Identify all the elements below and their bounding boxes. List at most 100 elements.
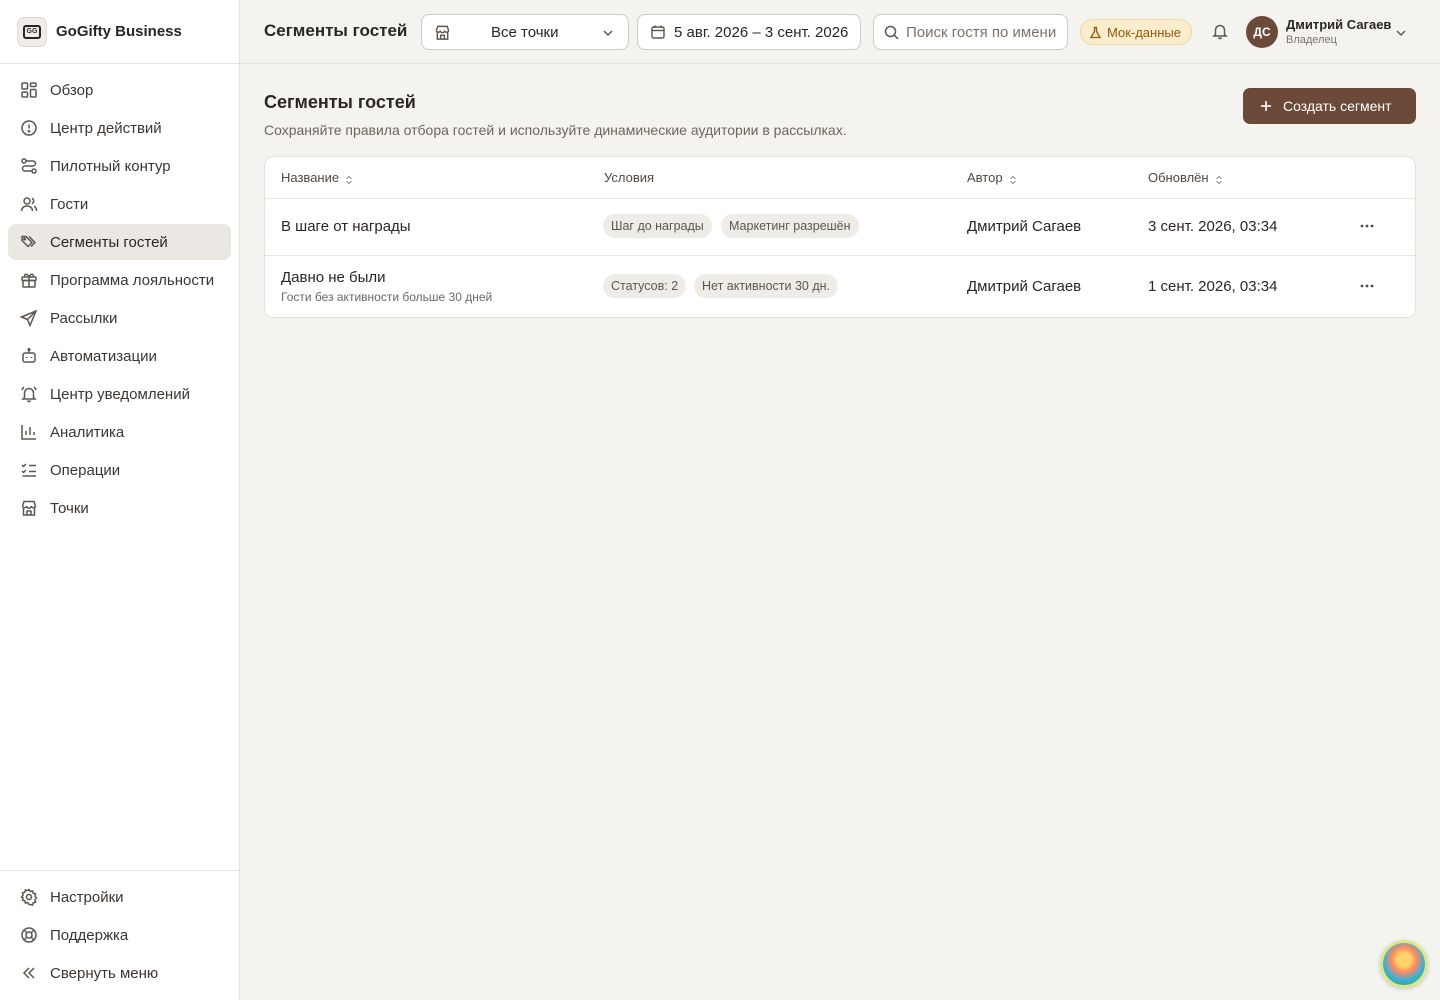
gift-icon bbox=[20, 271, 38, 289]
mock-data-label: Мок-данные bbox=[1107, 24, 1181, 40]
avatar[interactable]: ДС bbox=[1246, 16, 1278, 48]
assistant-avatar-button[interactable] bbox=[1380, 940, 1428, 988]
condition-chip: Нет активности 30 дн. bbox=[694, 274, 839, 298]
bar-chart-icon bbox=[20, 423, 38, 441]
sidebar-item-segments[interactable]: Сегменты гостей bbox=[8, 224, 231, 260]
sort-icon bbox=[1008, 173, 1018, 184]
gear-icon bbox=[20, 888, 38, 906]
sidebar-item-loyalty[interactable]: Программа лояльности bbox=[8, 262, 231, 298]
send-icon bbox=[20, 309, 38, 327]
sidebar-item-label: Операции bbox=[50, 461, 121, 479]
sidebar-nav: Обзор Центр действий Пилотный контур Гос… bbox=[0, 64, 239, 526]
page-subtitle: Сохраняйте правила отбора гостей и испол… bbox=[264, 122, 847, 138]
condition-chip: Маркетинг разрешён bbox=[721, 214, 859, 238]
column-header-label: Название bbox=[281, 170, 340, 185]
search-icon bbox=[884, 25, 899, 40]
sidebar-item-label: Обзор bbox=[50, 81, 94, 99]
location-select-value: Все точки bbox=[491, 24, 559, 41]
bell-icon[interactable] bbox=[1211, 22, 1229, 40]
guest-search[interactable] bbox=[873, 14, 1068, 50]
segment-name[interactable]: В шаге от награды bbox=[281, 218, 411, 235]
sort-icon bbox=[1214, 173, 1224, 184]
chevron-down-icon[interactable] bbox=[1395, 26, 1407, 38]
page-title: Сегменты гостей bbox=[264, 92, 416, 112]
lifebuoy-icon bbox=[20, 926, 38, 944]
alert-circle-icon bbox=[20, 119, 38, 137]
plus-icon bbox=[1259, 99, 1273, 113]
sidebar-item-label: Центр уведомлений bbox=[50, 385, 190, 403]
sidebar-item-label: Рассылки bbox=[50, 309, 118, 327]
sidebar-item-label: Настройки bbox=[50, 888, 124, 906]
sidebar-item-action-center[interactable]: Центр действий bbox=[8, 110, 231, 146]
sidebar-item-analytics[interactable]: Аналитика bbox=[8, 414, 231, 450]
create-segment-label: Создать сегмент bbox=[1283, 98, 1392, 114]
brand-logo: GG bbox=[17, 16, 47, 47]
column-header-label: Условия bbox=[604, 170, 655, 185]
sidebar-item-label: Свернуть меню bbox=[50, 964, 159, 982]
column-header-name[interactable]: Название bbox=[281, 170, 354, 185]
flask-icon bbox=[1089, 26, 1102, 39]
user-name[interactable]: Дмитрий Сагаев bbox=[1286, 17, 1391, 32]
segment-author: Дмитрий Сагаев bbox=[967, 278, 1082, 295]
segment-description: Гости без активности больше 30 дней bbox=[281, 290, 493, 304]
chevrons-left-icon bbox=[20, 964, 38, 982]
sort-icon bbox=[344, 173, 354, 184]
column-header-label: Автор bbox=[967, 170, 1003, 185]
sidebar-item-pilot[interactable]: Пилотный контур bbox=[8, 148, 231, 184]
topbar: Сегменты гостей Все точки 5 авг. 2026 – … bbox=[240, 0, 1440, 64]
route-icon bbox=[20, 157, 38, 175]
calendar-icon bbox=[650, 24, 666, 40]
segments-table: Название Условия Автор Обновлён В шаге о… bbox=[264, 156, 1416, 318]
more-icon[interactable] bbox=[1357, 276, 1377, 296]
date-range-picker[interactable]: 5 авг. 2026 – 3 сент. 2026 bbox=[637, 14, 861, 50]
column-header-conditions: Условия bbox=[604, 170, 654, 185]
sidebar-item-label: Сегменты гостей bbox=[50, 233, 168, 251]
sidebar-item-locations[interactable]: Точки bbox=[8, 490, 231, 526]
store-icon bbox=[434, 24, 451, 41]
sidebar-item-label: Центр действий bbox=[50, 119, 162, 137]
segment-author: Дмитрий Сагаев bbox=[967, 218, 1082, 235]
sidebar-item-label: Автоматизации bbox=[50, 347, 157, 365]
location-select[interactable]: Все точки bbox=[421, 14, 629, 50]
sidebar-item-support[interactable]: Поддержка bbox=[8, 917, 231, 953]
sidebar-item-label: Программа лояльности bbox=[50, 271, 215, 289]
sidebar: GG GoGifty Business Обзор Центр действий… bbox=[0, 0, 240, 1000]
sidebar-item-guests[interactable]: Гости bbox=[8, 186, 231, 222]
sidebar-item-mailings[interactable]: Рассылки bbox=[8, 300, 231, 336]
column-header-updated[interactable]: Обновлён bbox=[1148, 170, 1224, 185]
sidebar-item-automations[interactable]: Автоматизации bbox=[8, 338, 231, 374]
sidebar-item-label: Поддержка bbox=[50, 926, 129, 944]
bot-icon bbox=[20, 347, 38, 365]
header-divider bbox=[265, 198, 1415, 199]
tags-icon bbox=[20, 233, 38, 251]
users-icon bbox=[20, 195, 38, 213]
sidebar-bottom: Настройки Поддержка Свернуть меню bbox=[0, 870, 239, 1000]
sidebar-item-collapse[interactable]: Свернуть меню bbox=[8, 955, 231, 991]
sidebar-item-settings[interactable]: Настройки bbox=[8, 879, 231, 915]
sidebar-item-overview[interactable]: Обзор bbox=[8, 72, 231, 108]
topbar-title: Сегменты гостей bbox=[264, 21, 408, 40]
chevron-down-icon bbox=[602, 26, 614, 38]
sidebar-item-notifications[interactable]: Центр уведомлений bbox=[8, 376, 231, 412]
sidebar-item-label: Точки bbox=[50, 499, 89, 517]
condition-chip: Статусов: 2 bbox=[603, 274, 687, 298]
segment-name[interactable]: Давно не были bbox=[281, 269, 386, 286]
sidebar-item-label: Аналитика bbox=[50, 423, 125, 441]
store-icon bbox=[20, 499, 38, 517]
sidebar-item-operations[interactable]: Операции bbox=[8, 452, 231, 488]
sidebar-item-label: Пилотный контур bbox=[50, 157, 171, 175]
sidebar-item-label: Гости bbox=[50, 195, 89, 213]
column-header-author[interactable]: Автор bbox=[967, 170, 1018, 185]
user-role: Владелец bbox=[1286, 34, 1337, 46]
create-segment-button[interactable]: Создать сегмент bbox=[1243, 88, 1416, 124]
list-checks-icon bbox=[20, 461, 38, 479]
mock-data-badge: Мок-данные bbox=[1080, 19, 1192, 45]
condition-chip: Шаг до награды bbox=[603, 214, 712, 238]
brand-name: GoGifty Business bbox=[56, 23, 182, 40]
search-input[interactable] bbox=[906, 15, 1066, 49]
more-icon[interactable] bbox=[1357, 216, 1377, 236]
grid-icon bbox=[20, 81, 38, 99]
date-range-value: 5 авг. 2026 – 3 сент. 2026 bbox=[674, 24, 849, 41]
brand-logo-text: GG bbox=[23, 24, 41, 39]
brand[interactable]: GG GoGifty Business bbox=[0, 0, 239, 64]
